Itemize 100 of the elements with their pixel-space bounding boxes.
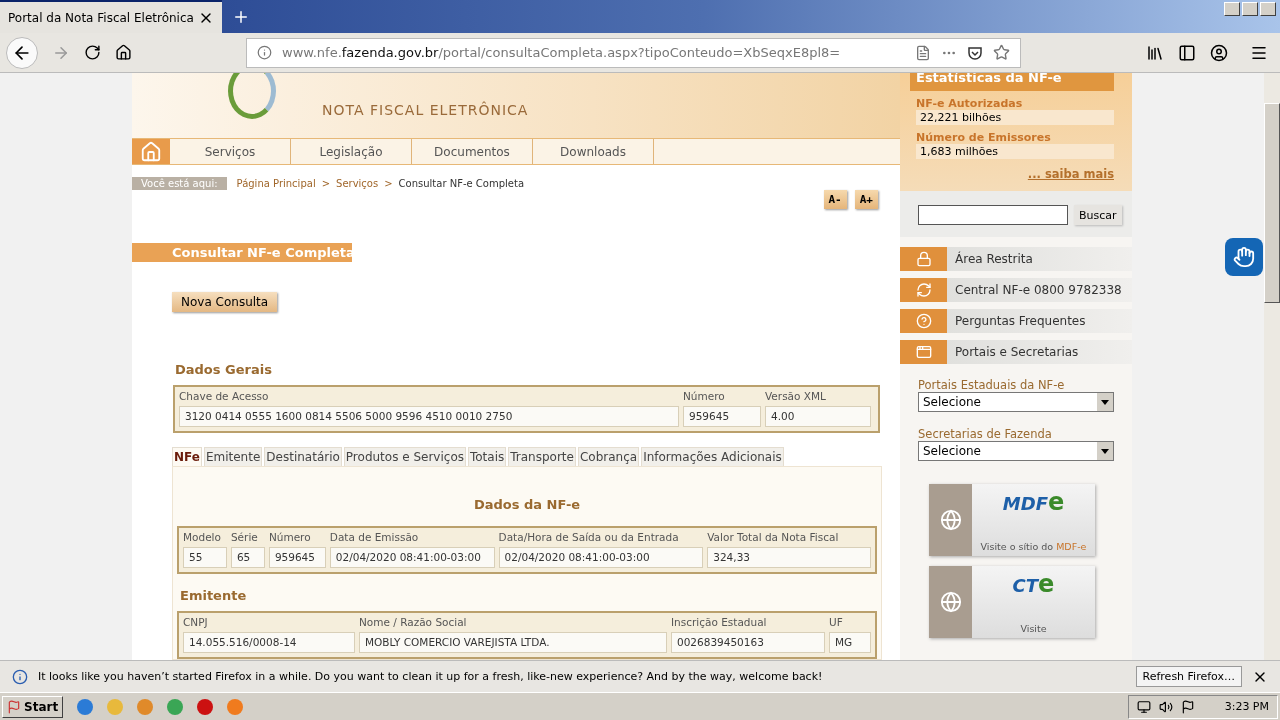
- start-button[interactable]: Start: [2, 695, 64, 718]
- bookmark-star-icon[interactable]: [993, 44, 1010, 61]
- tab[interactable]: Informações Adicionais: [641, 447, 784, 466]
- reader-view-icon[interactable]: [915, 44, 931, 61]
- section-title: Emitente: [180, 588, 248, 603]
- stat-label: Número de Emissores: [916, 131, 1052, 144]
- home-icon[interactable]: [115, 44, 132, 61]
- logo-mark: e: [1047, 488, 1065, 516]
- field-value: 3120 0414 0555 1600 0814 5506 5000 9596 4510 0010 2750: [179, 406, 679, 427]
- new-query-button[interactable]: Nova Consulta: [172, 292, 278, 312]
- window-icon: [915, 344, 932, 360]
- back-button[interactable]: [6, 36, 38, 69]
- font-size-button[interactable]: A+: [854, 190, 878, 209]
- tab[interactable]: Produtos e Serviços: [343, 447, 466, 466]
- logo-mark: e: [1038, 570, 1055, 598]
- restore-button[interactable]: [1242, 2, 1258, 16]
- refresh-icon: [915, 282, 932, 298]
- breadcrumb-separator: >: [384, 178, 393, 189]
- tab[interactable]: Destinatário: [264, 447, 342, 466]
- tab[interactable]: Transporte: [508, 447, 576, 466]
- field-label: Versão XML: [765, 390, 827, 402]
- browser-tab[interactable]: Portal da Nota Fiscal Eletrônica: [0, 0, 222, 33]
- dropdown[interactable]: Selecione: [918, 441, 1114, 461]
- volume-icon[interactable]: [1158, 699, 1173, 714]
- notification-text: It looks like you haven’t started Firefox in a while. Do you want to clean it up for a fresh, like-new experience? And by the way, welcome back!: [38, 670, 823, 683]
- field-value: 0026839450163: [671, 632, 825, 653]
- field-label: Data/Hora de Saída ou da Entrada: [498, 531, 680, 543]
- question-icon: [915, 313, 932, 329]
- info-icon[interactable]: [257, 45, 272, 60]
- scrollbar[interactable]: [1264, 73, 1280, 660]
- nav-link[interactable]: Legislação: [291, 139, 412, 164]
- flag-icon[interactable]: [1180, 699, 1195, 714]
- banner-caption: Visite o sítio do MDF-e: [980, 541, 1087, 552]
- hand-icon: [1233, 246, 1255, 268]
- accessibility-button[interactable]: [1225, 238, 1263, 276]
- logo-text: CT: [1012, 575, 1039, 596]
- field-label: Nome / Razão Social: [359, 616, 468, 628]
- nav-link[interactable]: Serviços: [170, 139, 291, 164]
- tab[interactable]: Totais: [468, 447, 507, 466]
- nav-link[interactable]: Downloads: [533, 139, 654, 164]
- breadcrumb-current: Consultar NF-e Completa: [398, 178, 525, 189]
- sidebar-link[interactable]: Área Restrita: [900, 247, 1132, 271]
- select-label: Secretarias de Fazenda: [918, 427, 1053, 441]
- logo-text: MDF: [1002, 493, 1048, 514]
- clock: 3:23 PM: [1224, 700, 1269, 713]
- tab[interactable]: NFe: [172, 447, 202, 466]
- stat-value: 1,683 milhões: [916, 144, 1114, 159]
- field-label: Inscrição Estadual: [671, 616, 768, 628]
- stat-label: NF-e Autorizadas: [916, 97, 1024, 110]
- tab[interactable]: Emitente: [203, 447, 263, 466]
- lock-icon: [915, 251, 932, 267]
- page-title: Consultar NF-e Completa: [132, 243, 352, 262]
- tab[interactable]: Cobrança: [577, 447, 640, 466]
- logo-drawing: [228, 73, 276, 119]
- banner-caption: Visite: [1020, 623, 1047, 634]
- font-size-button[interactable]: A-: [823, 190, 847, 209]
- search-field[interactable]: [918, 205, 1068, 225]
- reload-icon[interactable]: [84, 44, 101, 61]
- sidebar-link[interactable]: Central NF-e 0800 9782338: [900, 278, 1132, 302]
- pocket-icon[interactable]: [967, 44, 983, 61]
- sidebar-link[interactable]: Portais e Secretarias: [900, 340, 1132, 364]
- refresh-firefox-button[interactable]: Refresh Firefox…: [1135, 666, 1242, 687]
- breadcrumb-separator: >: [321, 178, 331, 189]
- library-icon[interactable]: [1146, 43, 1164, 62]
- globe-icon: [939, 591, 962, 613]
- dropdown[interactable]: Selecione: [918, 392, 1114, 412]
- minimize-button[interactable]: [1224, 2, 1240, 16]
- close-button[interactable]: [1260, 2, 1276, 16]
- windows-flag-icon: [7, 699, 21, 714]
- field-value: 65: [230, 547, 265, 568]
- network-icon[interactable]: [1136, 699, 1151, 714]
- field-label: CNPJ: [183, 616, 209, 628]
- breadcrumb-link[interactable]: Página Principal: [236, 178, 316, 189]
- info-icon: [12, 668, 28, 685]
- globe-icon: [939, 509, 962, 531]
- breadcrumb-link[interactable]: Serviços: [336, 178, 379, 189]
- field-value: 14.055.516/0008-14: [183, 632, 355, 653]
- field-label: Chave de Acesso: [179, 390, 270, 402]
- sidebar-icon[interactable]: [1178, 43, 1196, 62]
- panel-title: Dados da NF-e: [473, 497, 581, 512]
- field-label: Série: [230, 531, 259, 543]
- field-label: Modelo: [183, 531, 222, 543]
- field-label: Número: [268, 531, 312, 543]
- field-label: Valor Total da Nota Fiscal: [707, 531, 840, 543]
- field-label: Data de Emissão: [329, 531, 420, 543]
- account-icon[interactable]: [1210, 43, 1228, 62]
- field-value: 02/04/2020 08:41:00-03:00: [498, 547, 704, 568]
- promo-banner[interactable]: MDFe Visite o sítio do MDF-e: [929, 484, 1095, 556]
- stat-value: 22,221 bilhões: [916, 110, 1114, 125]
- address-bar[interactable]: www.nfe.fazenda.gov.br/portal/consultaCompleta.aspx?tipoConteudo=XbSeqxE8pl8=: [246, 37, 1021, 68]
- nav-link[interactable]: Documentos: [412, 139, 533, 164]
- promo-banner[interactable]: CTe Visite: [929, 566, 1095, 638]
- field-label: Número: [683, 390, 726, 402]
- field-label: UF: [829, 616, 844, 628]
- sidebar-link[interactable]: Perguntas Frequentes: [900, 309, 1132, 333]
- field-value: 959645: [683, 406, 761, 427]
- search-button[interactable]: Buscar: [1074, 205, 1122, 225]
- field-value: 324,33: [707, 547, 871, 568]
- select-label: Portais Estaduais da NF-e: [918, 378, 1066, 392]
- field-value: 959645: [268, 547, 326, 568]
